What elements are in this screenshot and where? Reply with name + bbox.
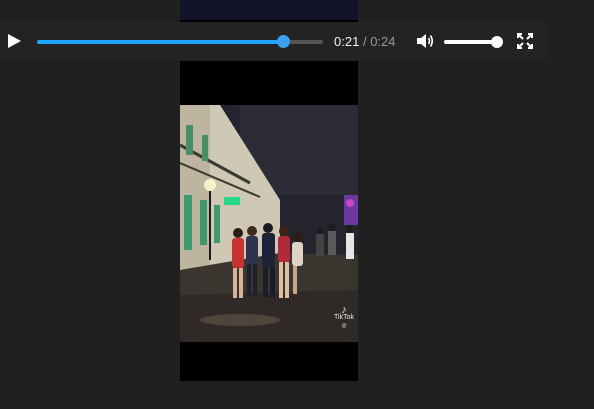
total-time: 0:24: [370, 34, 396, 49]
play-icon: [8, 34, 21, 48]
fullscreen-button[interactable]: [517, 33, 533, 49]
seek-bar-thumb[interactable]: [276, 35, 290, 48]
seek-bar[interactable]: [37, 35, 323, 48]
play-button[interactable]: [6, 33, 22, 49]
volume-slider-level: [444, 40, 498, 44]
fullscreen-icon: [517, 33, 533, 49]
volume-slider[interactable]: [444, 36, 504, 48]
mute-button[interactable]: [416, 33, 434, 49]
tiktok-watermark: ♪ TikTok @: [334, 304, 354, 330]
video-scene: [180, 105, 358, 342]
volume-icon: [417, 34, 434, 48]
tiktok-logo-icon: ♪: [341, 304, 347, 316]
video-player-page: ♪ TikTok @ 0:21 / 0:24: [0, 0, 594, 409]
watermark-user: @: [341, 323, 347, 329]
time-display: 0:21 / 0:24: [334, 34, 396, 49]
seek-bar-played: [37, 40, 283, 44]
media-control-bar: 0:21 / 0:24: [0, 22, 547, 61]
current-time: 0:21: [334, 34, 360, 49]
time-separator: /: [362, 34, 367, 49]
video-frame[interactable]: ♪ TikTok @: [180, 105, 358, 342]
video-top-strip: [180, 0, 358, 20]
watermark-brand: TikTok: [334, 314, 354, 321]
volume-slider-thumb[interactable]: [491, 36, 504, 48]
